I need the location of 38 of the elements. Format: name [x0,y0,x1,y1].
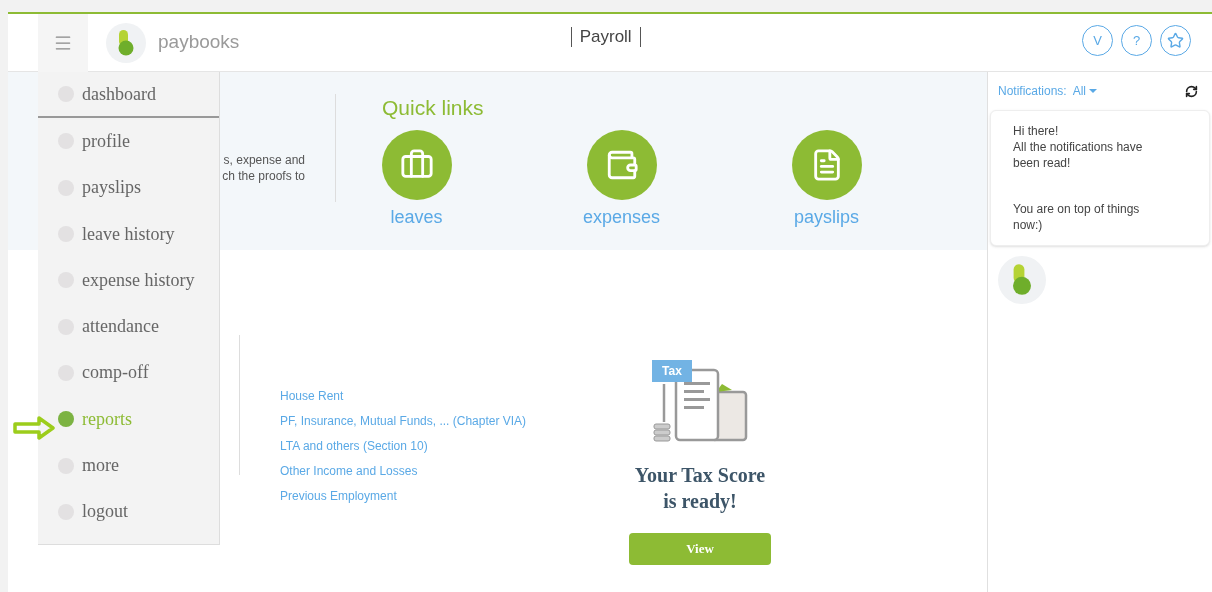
menu-item[interactable]: dashboard [38,72,219,119]
menu-item[interactable]: reports [38,396,219,443]
notification-message: Hi there! All the notifications have been read! [1013,123,1144,171]
view-button[interactable]: View [629,533,771,565]
menu-item[interactable]: logout [38,488,219,535]
tax-section-link[interactable]: PF, Insurance, Mutual Funds, ... (Chapter VIA) [280,413,540,429]
tax-section-link[interactable]: LTA and others (Section 10) [280,438,540,454]
logo-icon [998,256,1046,304]
menu-item[interactable]: attendance [38,303,219,350]
pointer-arrow-icon [13,416,55,440]
menu-item[interactable]: comp-off [38,349,219,397]
tax-score-heading: Your Tax Score [634,463,766,488]
caret-icon [1089,89,1098,93]
quick-link[interactable]: expenses [582,203,661,231]
menu-item[interactable]: payslips [38,164,219,211]
tax-score-heading: is ready! [663,489,737,514]
menu-button[interactable] [38,14,88,72]
filter-dropdown[interactable]: All [1072,82,1098,100]
tax-badge: Tax [652,360,692,382]
star-icon [1167,32,1184,49]
tax-section-link[interactable]: Previous Employment [280,488,540,504]
page-title: Payroll [570,26,641,47]
menu-item[interactable]: profile [38,118,219,165]
refresh-icon[interactable] [1185,84,1198,98]
menu-item[interactable]: more [38,442,219,489]
notification-message: You are on top of things now:) [1013,201,1141,233]
tax-section-link[interactable]: House Rent [280,388,540,404]
brand-name: paybooks [158,30,240,55]
logo-icon [106,22,146,63]
intro-text: s, expense and [223,152,305,168]
intro-text: ch the proofs to [222,168,305,184]
quick-links-title: Quick links [382,95,485,121]
quick-link[interactable]: leaves [390,203,443,231]
menu-item[interactable]: expense history [38,257,219,304]
quick-link[interactable]: payslips [794,203,859,231]
notifications-label: Notifications: [998,83,1067,100]
tax-section-link[interactable]: Other Income and Losses [280,463,540,479]
menu-item[interactable]: leave history [38,210,219,258]
